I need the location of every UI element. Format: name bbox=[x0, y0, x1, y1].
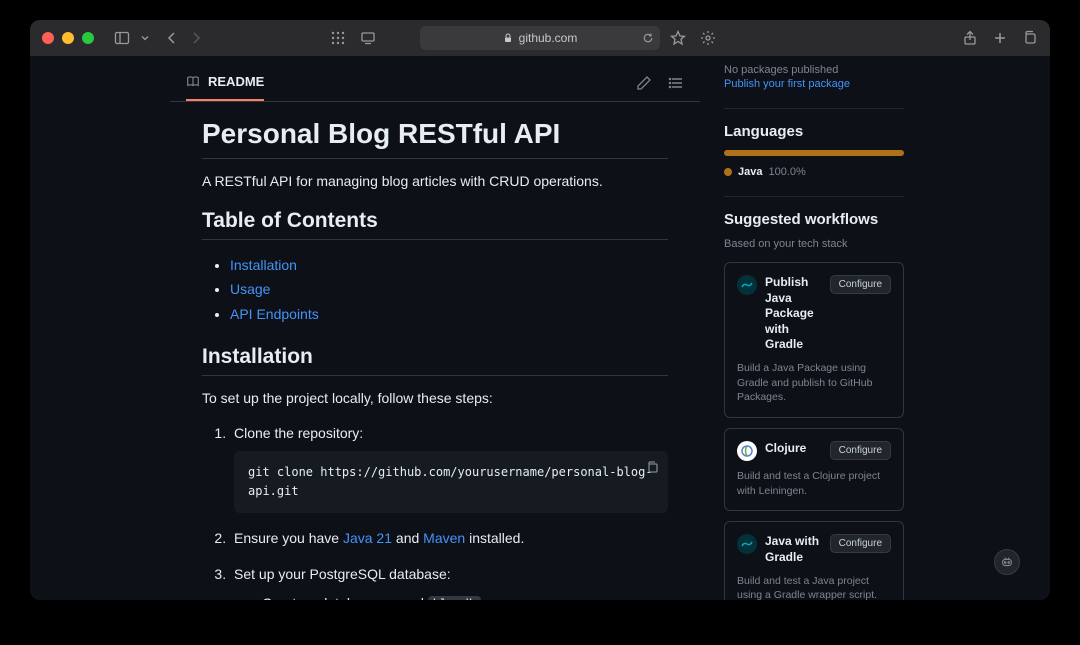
minimize-window[interactable] bbox=[62, 32, 74, 44]
edit-icon[interactable] bbox=[636, 75, 652, 91]
code-clone: git clone https://github.com/yourusernam… bbox=[248, 465, 653, 498]
close-window[interactable] bbox=[42, 32, 54, 44]
toc-heading: Table of Contents bbox=[202, 209, 668, 240]
toc-installation-link[interactable]: Installation bbox=[230, 257, 297, 273]
workflow-title: Java with Gradle bbox=[765, 534, 822, 565]
workflow-title: Clojure bbox=[765, 441, 822, 457]
workflow-desc: Build and test a Clojure project with Le… bbox=[737, 469, 891, 498]
apps-grid-icon[interactable] bbox=[330, 30, 346, 46]
page-content: README Personal Blog RESTful API A RESTf… bbox=[30, 56, 1050, 600]
toc-list: Installation Usage API Endpoints bbox=[202, 254, 668, 325]
step-2-and: and bbox=[392, 530, 423, 546]
code-block-clone: git clone https://github.com/yourusernam… bbox=[234, 451, 668, 513]
device-icon[interactable] bbox=[360, 30, 376, 46]
step-2-suffix: installed. bbox=[465, 530, 524, 546]
workflow-desc: Build a Java Package using Gradle and pu… bbox=[737, 361, 891, 405]
gradle-icon bbox=[737, 275, 757, 295]
installation-intro: To set up the project locally, follow th… bbox=[202, 390, 668, 406]
browser-window: github.com bbox=[30, 20, 1050, 600]
maximize-window[interactable] bbox=[82, 32, 94, 44]
installation-steps: Clone the repository: git clone https://… bbox=[202, 422, 668, 600]
share-icon[interactable] bbox=[962, 30, 978, 46]
code-blogdb: blogdb bbox=[428, 596, 481, 600]
book-icon bbox=[186, 75, 200, 89]
language-bar bbox=[724, 150, 904, 156]
gradle-icon bbox=[737, 534, 757, 554]
refresh-icon[interactable] bbox=[642, 32, 654, 44]
suggested-sub: Based on your tech stack bbox=[724, 238, 904, 250]
back-icon[interactable] bbox=[164, 30, 180, 46]
workflow-desc: Build and test a Java project using a Gr… bbox=[737, 574, 891, 600]
copy-icon[interactable] bbox=[644, 459, 660, 475]
workflow-card-gradle-publish: Publish Java Package with Gradle Configu… bbox=[724, 262, 904, 418]
installation-heading: Installation bbox=[202, 345, 668, 376]
url-text: github.com bbox=[519, 31, 578, 45]
clojure-icon bbox=[737, 441, 757, 461]
lang-name: Java bbox=[738, 166, 762, 178]
toc-usage-link[interactable]: Usage bbox=[230, 281, 270, 297]
workflow-title: Publish Java Package with Gradle bbox=[765, 275, 822, 353]
new-tab-icon[interactable] bbox=[992, 30, 1008, 46]
readme-panel: README Personal Blog RESTful API A RESTf… bbox=[170, 64, 700, 600]
workflow-card-clojure: Clojure Configure Build and test a Cloju… bbox=[724, 428, 904, 511]
settings-icon[interactable] bbox=[700, 30, 716, 46]
step-2-prefix: Ensure you have bbox=[234, 530, 343, 546]
maven-link[interactable]: Maven bbox=[423, 530, 465, 546]
workflow-card-java-gradle: Java with Gradle Configure Build and tes… bbox=[724, 521, 904, 600]
forward-icon bbox=[188, 30, 204, 46]
packages-none: No packages published bbox=[724, 64, 904, 76]
sidebar-toggle-icon[interactable] bbox=[114, 30, 130, 46]
lang-pct: 100.0% bbox=[768, 166, 805, 178]
window-chrome: github.com bbox=[30, 20, 1050, 56]
lang-dot-icon bbox=[724, 168, 732, 176]
languages-heading: Languages bbox=[724, 123, 904, 140]
step-1-text: Clone the repository: bbox=[234, 425, 363, 441]
outline-icon[interactable] bbox=[668, 75, 684, 91]
readme-title: Personal Blog RESTful API bbox=[202, 118, 668, 159]
configure-button[interactable]: Configure bbox=[830, 441, 891, 460]
readme-description: A RESTful API for managing blog articles… bbox=[202, 173, 668, 189]
lock-icon bbox=[503, 33, 513, 43]
url-bar[interactable]: github.com bbox=[420, 26, 660, 50]
publish-package-link[interactable]: Publish your first package bbox=[724, 78, 850, 90]
step-3a-prefix: Create a database named bbox=[262, 595, 428, 600]
configure-button[interactable]: Configure bbox=[830, 275, 891, 294]
configure-button[interactable]: Configure bbox=[830, 534, 891, 553]
star-icon[interactable] bbox=[670, 30, 686, 46]
readme-tab[interactable]: README bbox=[186, 64, 264, 101]
copilot-fab[interactable] bbox=[994, 549, 1020, 575]
step-3-text: Set up your PostgreSQL database: bbox=[234, 566, 451, 582]
step-3a-suffix: . bbox=[481, 595, 489, 600]
toc-api-endpoints-link[interactable]: API Endpoints bbox=[230, 306, 319, 322]
traffic-lights bbox=[42, 32, 94, 44]
language-java[interactable]: Java 100.0% bbox=[724, 166, 904, 178]
readme-tab-label: README bbox=[208, 74, 264, 89]
chevron-down-icon[interactable] bbox=[140, 33, 150, 43]
java-link[interactable]: Java 21 bbox=[343, 530, 392, 546]
suggested-heading: Suggested workflows bbox=[724, 211, 904, 228]
repo-sidebar: No packages published Publish your first… bbox=[724, 64, 904, 600]
tabs-icon[interactable] bbox=[1022, 30, 1038, 46]
